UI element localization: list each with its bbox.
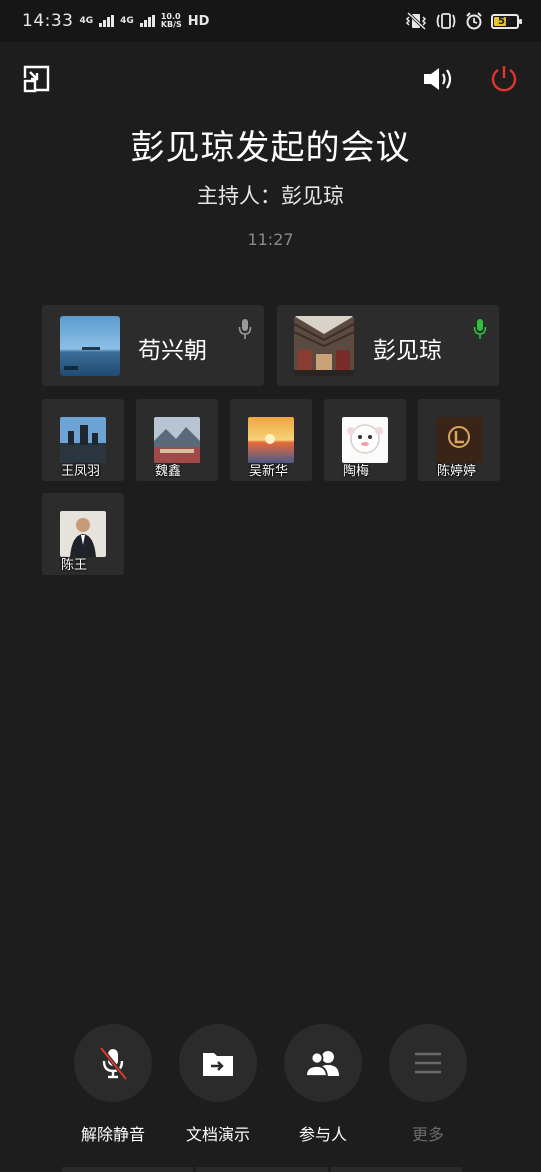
network-type-2: 4G — [120, 15, 134, 26]
share-document-icon — [203, 1053, 233, 1076]
mic-off-icon — [99, 1046, 128, 1080]
hd-indicator: HD — [187, 13, 210, 29]
speaker-icon — [424, 68, 452, 90]
participant-tile[interactable]: 陈王 — [42, 493, 124, 575]
alarm-icon — [466, 12, 482, 30]
menu-icon — [415, 1052, 441, 1074]
battery-level: 52 — [498, 15, 512, 27]
meeting-duration: 11:27 — [247, 230, 294, 249]
avatar — [60, 511, 106, 557]
participant-tile[interactable]: 魏鑫 — [136, 399, 218, 481]
participant-name: 魏鑫 — [155, 464, 182, 479]
share-document-button[interactable] — [179, 1024, 257, 1102]
more-label: 更多 — [411, 1125, 444, 1144]
signal-icon — [99, 15, 115, 27]
participant-tile[interactable]: 王凤羽 — [42, 399, 124, 481]
avatar — [342, 417, 388, 463]
featured-participant-card[interactable]: 苟兴朝 — [42, 305, 264, 386]
participants-icon — [305, 1051, 339, 1077]
participant-name: 王凤羽 — [61, 464, 101, 479]
unmute-button[interactable] — [74, 1024, 152, 1102]
navigation-bar — [62, 1167, 462, 1172]
featured-participant-card[interactable]: 彭见琼 — [277, 305, 499, 386]
avatar — [60, 417, 106, 463]
end-meeting-button[interactable] — [489, 64, 519, 94]
power-icon — [491, 66, 517, 92]
mic-speaking-icon — [473, 319, 487, 339]
avatar — [154, 417, 200, 463]
status-bar: 14:33 4G 4G 10.0 KB/S HD 52 — [0, 0, 541, 42]
mic-icon — [238, 319, 252, 339]
avatar — [248, 417, 294, 463]
minimize-window-icon — [23, 65, 50, 93]
share-document-label: 文档演示 — [185, 1125, 250, 1144]
participant-name: 陶梅 — [343, 464, 370, 479]
minimize-button[interactable] — [22, 64, 52, 94]
participant-name: 苟兴朝 — [138, 338, 207, 364]
status-time: 14:33 — [22, 11, 74, 31]
participant-tile[interactable]: 陈婷婷 — [418, 399, 500, 481]
participant-name: 吴新华 — [249, 464, 289, 479]
meeting-host: 主持人：彭见琼 — [197, 184, 344, 208]
participants-label: 参与人 — [298, 1125, 347, 1144]
participant-tile[interactable]: 吴新华 — [230, 399, 312, 481]
speaker-button[interactable] — [422, 64, 452, 94]
signal-icon-2 — [139, 15, 155, 27]
battery-icon: 52 — [491, 13, 522, 29]
participant-name: 陈王 — [61, 558, 88, 573]
vibrate-mode-icon — [405, 12, 427, 30]
network-speed-unit: KB/S — [160, 20, 182, 29]
network-type-1: 4G — [79, 15, 94, 26]
unmute-label: 解除静音 — [80, 1125, 145, 1144]
participant-tile[interactable]: 陶梅 — [324, 399, 406, 481]
more-button[interactable] — [389, 1024, 467, 1102]
participants-button[interactable] — [284, 1024, 362, 1102]
participant-name: 陈婷婷 — [437, 464, 477, 479]
participant-name: 彭见琼 — [373, 338, 442, 364]
avatar — [436, 417, 482, 463]
avatar — [294, 316, 354, 376]
avatar — [60, 316, 120, 376]
screen-rotation-icon — [436, 13, 456, 29]
meeting-title: 彭见琼发起的会议 — [130, 128, 411, 168]
